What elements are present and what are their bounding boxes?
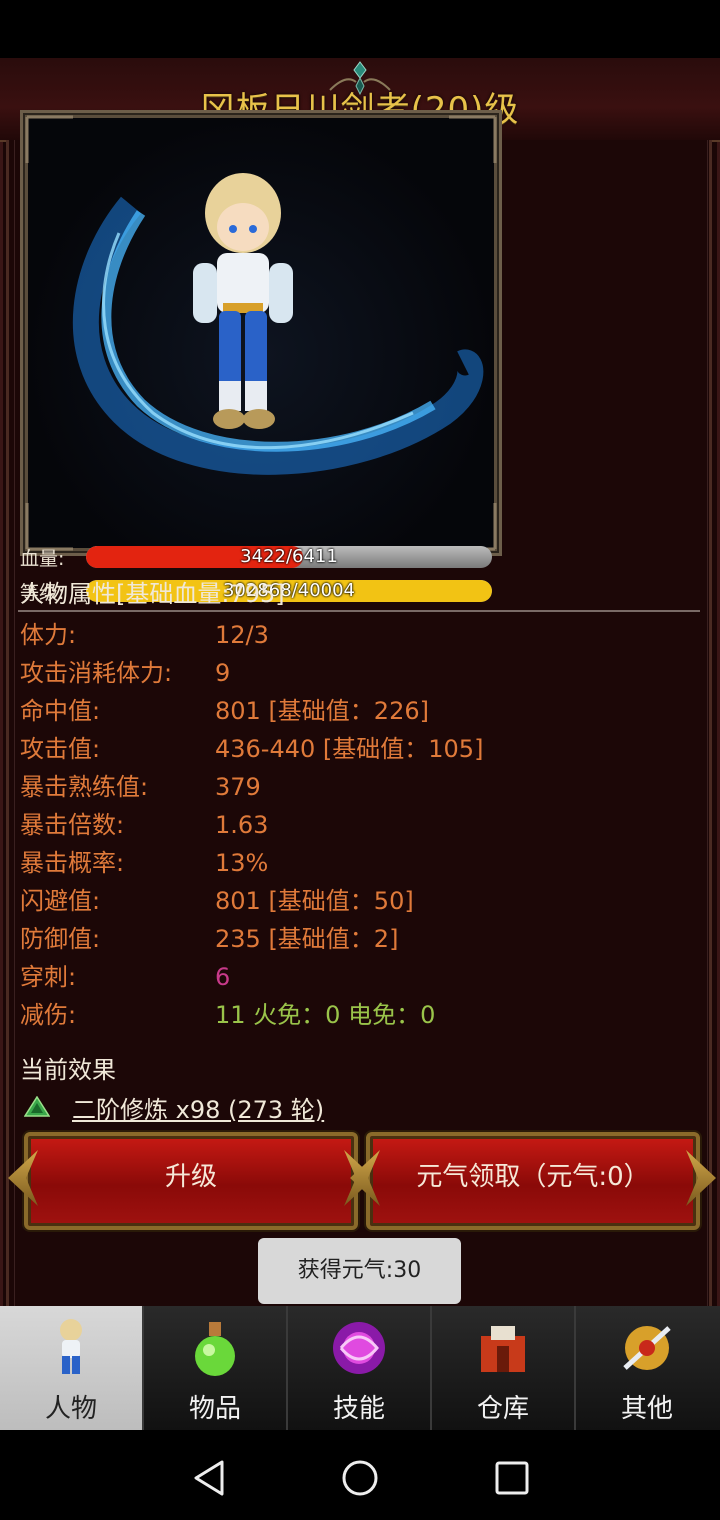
- attribute-value: 12/3: [215, 621, 269, 649]
- claim-energy-button-label: 元气领取（元气:0）: [416, 1162, 650, 1192]
- tab-others[interactable]: 其他: [576, 1306, 720, 1430]
- tab-character[interactable]: 人物: [0, 1306, 144, 1430]
- toast-message: 获得元气:30: [258, 1238, 461, 1304]
- attribute-label: 暴击熟练值:: [20, 773, 149, 801]
- tab-label: 物品: [188, 1394, 241, 1424]
- potion-icon: [195, 1322, 235, 1376]
- attribute-row: 暴击概率: 13%: [20, 844, 700, 882]
- tab-skills[interactable]: 技能: [288, 1306, 432, 1430]
- app-root: 冈板日川剑者(20)级: [0, 0, 720, 1520]
- status-bar: [0, 0, 720, 58]
- attribute-row: 减伤: 11 火免：0 电免：0: [20, 996, 700, 1034]
- attribute-label: 攻击值:: [20, 735, 101, 763]
- attribute-label: 闪避值:: [20, 887, 101, 915]
- attribute-value: 11 火免：0 电免：0: [215, 1001, 436, 1029]
- attributes-divider: [18, 610, 700, 612]
- tab-label: 人物: [44, 1394, 97, 1424]
- attribute-row: 暴击倍数: 1.63: [20, 806, 700, 844]
- attribute-label: 暴击倍数:: [20, 811, 125, 839]
- attribute-label: 暴击概率:: [20, 849, 125, 877]
- attributes-header: 人物属性[基础血量:795]: [20, 580, 285, 608]
- attribute-label: 防御值:: [20, 925, 101, 953]
- system-nav-bar: [0, 1430, 720, 1520]
- tab-warehouse[interactable]: 仓库: [432, 1306, 576, 1430]
- sword-emblem-icon: [623, 1326, 671, 1370]
- tab-label: 其他: [620, 1394, 673, 1424]
- attribute-value: 379: [215, 773, 261, 801]
- skill-orb-icon: [333, 1322, 385, 1374]
- attribute-value: 235 [基础值：2]: [215, 925, 399, 953]
- attribute-row: 穿刺: 6: [20, 958, 700, 996]
- tab-label: 技能: [332, 1394, 385, 1424]
- attribute-value: 436-440 [基础值：105]: [215, 735, 484, 763]
- effects-header: 当前效果: [20, 1056, 116, 1084]
- recents-icon[interactable]: [488, 1454, 536, 1502]
- attributes-list: 体力: 12/3 攻击消耗体力: 9 命中值: 801 [基础值：226] 攻击值: 436-…: [20, 616, 700, 1034]
- back-icon[interactable]: [186, 1454, 234, 1502]
- attribute-label: 穿刺:: [20, 963, 77, 991]
- effect-item-link[interactable]: 二阶修炼 x98 (273 轮): [72, 1090, 324, 1125]
- attribute-row: 攻击消耗体力: 9: [20, 654, 700, 692]
- attribute-row: 防御值: 235 [基础值：2]: [20, 920, 700, 958]
- warehouse-icon: [481, 1326, 525, 1372]
- character-icon: [60, 1319, 82, 1374]
- home-icon[interactable]: [336, 1454, 384, 1502]
- attribute-row: 闪避值: 801 [基础值：50]: [20, 882, 700, 920]
- attribute-row: 体力: 12/3: [20, 616, 700, 654]
- bottom-tab-bar: 人物 物品 技能 仓库 其他: [0, 1306, 720, 1430]
- upgrade-button[interactable]: 升级: [8, 1132, 358, 1230]
- attribute-value: 1.63: [215, 811, 269, 839]
- tab-items[interactable]: 物品: [144, 1306, 288, 1430]
- attribute-label: 攻击消耗体力:: [20, 659, 173, 687]
- attribute-label: 命中值:: [20, 697, 101, 725]
- attribute-value: 9: [215, 659, 231, 687]
- green-potion-icon: [24, 1096, 50, 1117]
- attribute-row: 攻击值: 436-440 [基础值：105]: [20, 730, 700, 768]
- tab-label: 仓库: [476, 1394, 529, 1424]
- attribute-row: 暴击熟练值: 379: [20, 768, 700, 806]
- claim-energy-button[interactable]: 元气领取（元气:0）: [350, 1132, 700, 1230]
- attribute-label: 体力:: [20, 621, 77, 649]
- attribute-value: 6: [215, 963, 231, 991]
- upgrade-button-label: 升级: [164, 1162, 217, 1192]
- attribute-row: 命中值: 801 [基础值：226]: [20, 692, 700, 730]
- attribute-value: 801 [基础值：50]: [215, 887, 414, 915]
- attribute-value: 801 [基础值：226]: [215, 697, 429, 725]
- attribute-value: 13%: [215, 849, 269, 877]
- attribute-label: 减伤:: [20, 1001, 77, 1029]
